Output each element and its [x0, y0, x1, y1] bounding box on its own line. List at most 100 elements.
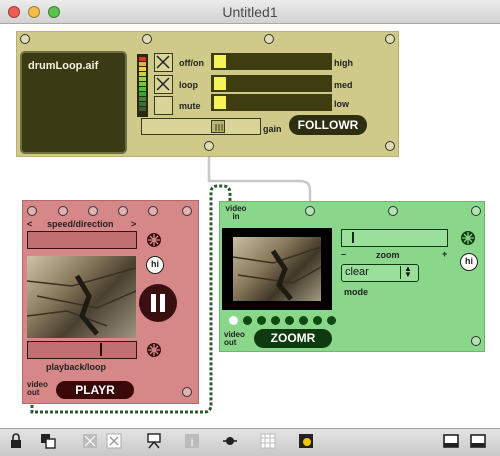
meter-led [139, 92, 146, 96]
meter-led [139, 87, 146, 91]
high-bar-fill [214, 55, 226, 68]
gear-icon[interactable] [146, 342, 162, 358]
hi-button[interactable]: hi [146, 256, 164, 274]
outlet[interactable] [471, 336, 481, 346]
low-label: low [334, 99, 349, 109]
mode-value: clear [345, 266, 369, 278]
pause-icon [151, 294, 156, 312]
playback-handle[interactable] [100, 343, 102, 356]
pause-icon [160, 294, 165, 312]
outlet[interactable] [204, 141, 214, 151]
easel-icon[interactable] [146, 433, 162, 449]
inlet[interactable] [20, 34, 30, 44]
split-left-icon[interactable] [443, 433, 459, 449]
presentation-icon[interactable] [40, 433, 56, 449]
zoom-minus: – [341, 249, 347, 259]
inlet[interactable] [471, 206, 481, 216]
zoom-slider[interactable] [341, 229, 448, 247]
inlet[interactable] [388, 206, 398, 216]
video-out-label: video out [27, 380, 48, 397]
meter-led [139, 77, 146, 81]
outlet[interactable] [385, 141, 395, 151]
position-dot[interactable] [229, 316, 238, 325]
zoomr-button[interactable]: ZOOMR [254, 329, 332, 348]
bpatcher-icon[interactable] [82, 433, 98, 449]
meter-led [139, 82, 146, 86]
inlet[interactable] [182, 206, 192, 216]
chevron-up-down-icon: ▲ ▼ [400, 265, 415, 279]
playr-button[interactable]: PLAYR [56, 381, 134, 399]
gain-slider[interactable] [141, 118, 261, 135]
meter-led [139, 107, 146, 111]
right-arrow: > [131, 219, 137, 229]
position-dot[interactable] [327, 316, 336, 325]
zoomed-video-preview [233, 237, 321, 301]
grid-icon[interactable] [260, 433, 276, 449]
video-in-label: video in [225, 204, 247, 221]
inlet[interactable] [88, 206, 98, 216]
playback-slider[interactable] [27, 341, 137, 359]
meter-led [139, 62, 146, 66]
inlet[interactable] [148, 206, 158, 216]
position-dot[interactable] [271, 316, 280, 325]
video-out-label: video out [224, 330, 245, 347]
meter-led [139, 67, 146, 71]
high-bar[interactable] [211, 53, 332, 70]
video-preview [27, 256, 136, 338]
med-bar[interactable] [211, 75, 332, 92]
position-dot[interactable] [285, 316, 294, 325]
gear-icon[interactable] [460, 230, 476, 246]
delete-icon[interactable] [106, 433, 122, 449]
inlet[interactable] [27, 206, 37, 216]
off-on-checkbox[interactable] [154, 53, 173, 72]
file-name: drumLoop.aif [28, 60, 99, 72]
lock-icon[interactable] [8, 433, 24, 449]
inlet[interactable] [305, 206, 315, 216]
split-right-icon[interactable] [470, 433, 486, 449]
connect-icon[interactable] [222, 433, 238, 449]
meter-led [139, 72, 146, 76]
mute-label: mute [179, 101, 201, 111]
position-dot[interactable] [257, 316, 266, 325]
mode-menu[interactable]: clear ▲ ▼ [341, 264, 419, 282]
low-bar-fill [214, 96, 226, 109]
hi-button[interactable]: hi [460, 253, 478, 271]
high-label: high [334, 58, 353, 68]
left-arrow: < [27, 219, 33, 229]
zoom-handle[interactable] [352, 232, 354, 243]
loop-checkbox[interactable] [154, 75, 173, 94]
inlet[interactable] [142, 34, 152, 44]
gain-slider-handle[interactable] [211, 120, 225, 133]
svg-text:i: i [190, 436, 193, 449]
outlet[interactable] [182, 387, 192, 397]
bottom-toolbar [0, 428, 500, 456]
gain-label: gain [263, 124, 282, 134]
med-bar-fill [214, 77, 226, 90]
inlet[interactable] [58, 206, 68, 216]
inlet[interactable] [385, 34, 395, 44]
zoom-plus: + [442, 249, 448, 259]
position-dot[interactable] [299, 316, 308, 325]
meter-led [139, 57, 146, 61]
meter-led [139, 97, 146, 101]
info-icon[interactable]: i [184, 433, 200, 449]
loop-label: loop [179, 80, 198, 90]
mute-checkbox[interactable] [154, 96, 173, 115]
audio-cord [207, 153, 312, 207]
position-dot[interactable] [313, 316, 322, 325]
pause-button[interactable] [139, 284, 177, 322]
off-on-label: off/on [179, 58, 204, 68]
mode-label: mode [344, 287, 369, 297]
inlet[interactable] [264, 34, 274, 44]
position-dot[interactable] [243, 316, 252, 325]
speed-slider[interactable] [27, 231, 137, 249]
meter-led [139, 102, 146, 106]
zoom-label: zoom [376, 250, 400, 260]
inlet[interactable] [118, 206, 128, 216]
low-bar[interactable] [211, 94, 332, 111]
gear-icon[interactable] [146, 232, 162, 248]
clue-icon[interactable] [298, 433, 314, 449]
playback-label: playback/loop [46, 362, 107, 372]
followr-button[interactable]: FOLLOWR [289, 115, 367, 135]
speed-label: speed/direction [47, 219, 114, 229]
